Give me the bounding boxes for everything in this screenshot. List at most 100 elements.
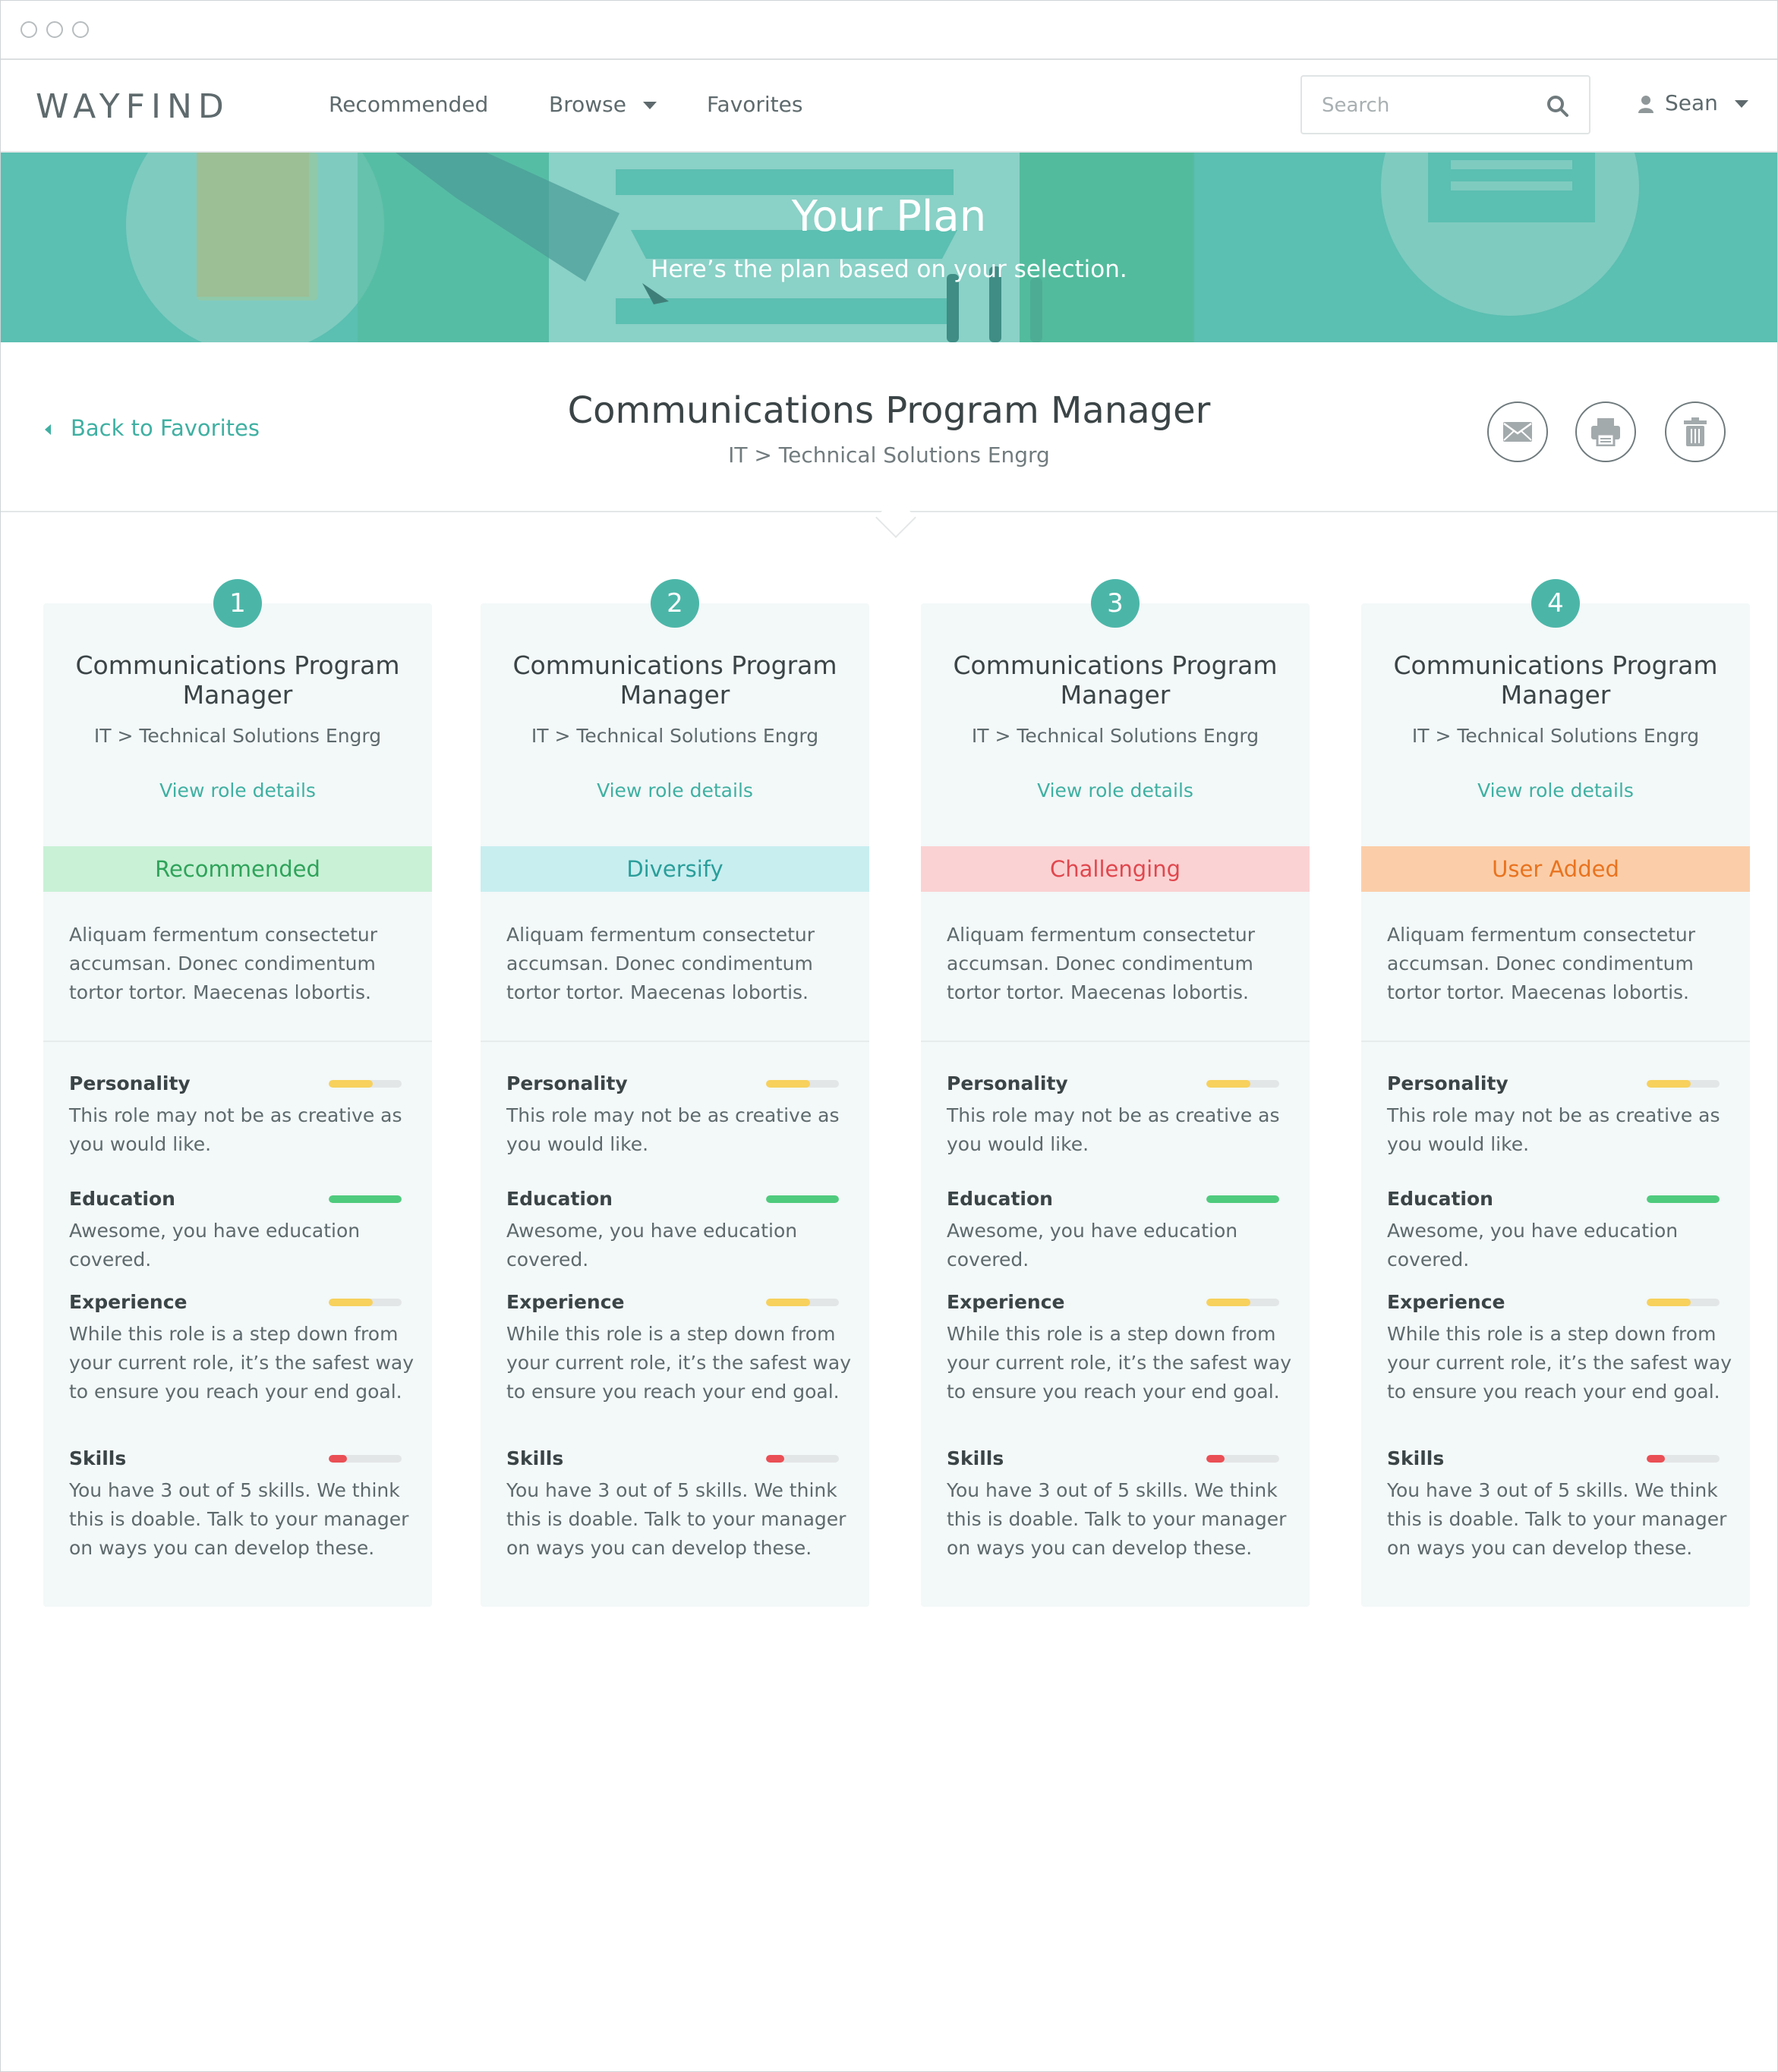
step-number-badge: 4 <box>1531 579 1580 628</box>
user-menu[interactable]: Sean <box>1638 90 1748 115</box>
delete-button[interactable] <box>1665 401 1726 462</box>
print-icon <box>1591 418 1620 446</box>
nav-recommended[interactable]: Recommended <box>329 92 488 117</box>
metric-label-experience: Experience <box>506 1291 625 1313</box>
metric-text-experience: While this role is a step down from your… <box>947 1323 1292 1403</box>
card-role-title: Communications Program Manager <box>75 650 400 710</box>
metric-text-education: Awesome, you have education covered. <box>506 1220 798 1271</box>
meter-fill <box>1647 1080 1691 1088</box>
experience-meter <box>1647 1299 1720 1306</box>
step-number-badge: 2 <box>651 579 699 628</box>
plan-step-card: 4 Communications Program Manager IT > Te… <box>1361 579 1750 1607</box>
metric-label-education: Education <box>69 1188 175 1210</box>
metric-label-education: Education <box>947 1188 1053 1210</box>
card-role-path: IT > Technical Solutions Engrg <box>93 725 382 747</box>
card-description: Aliquam fermentum consectetur accumsan. … <box>69 924 378 1003</box>
chevron-down-icon <box>1734 100 1748 108</box>
wayfind-logo[interactable]: WAYFIND <box>36 87 230 126</box>
card-category-tag: Challenging <box>921 846 1310 892</box>
metric-text-experience: While this role is a step down from your… <box>1387 1323 1732 1403</box>
search-input[interactable] <box>1320 90 1536 121</box>
personality-meter <box>1647 1080 1720 1088</box>
print-button[interactable] <box>1575 401 1636 462</box>
metric-label-experience: Experience <box>69 1291 188 1313</box>
plan-step-card: 2 Communications Program Manager IT > Te… <box>481 579 869 1607</box>
chevron-down-icon <box>642 102 657 109</box>
window-titlebar <box>1 1 1777 60</box>
experience-meter <box>766 1299 839 1306</box>
view-role-details-link[interactable]: View role details <box>481 779 869 801</box>
metric-text-personality: This role may not be as creative as you … <box>69 1104 402 1155</box>
personality-meter <box>329 1080 402 1088</box>
user-icon <box>1638 96 1653 113</box>
search-icon[interactable] <box>1546 95 1569 118</box>
role-header: Back to Favorites Communications Program… <box>1 344 1777 512</box>
card-category-tag: Diversify <box>481 846 869 892</box>
skills-meter <box>1647 1455 1720 1463</box>
education-meter <box>1647 1195 1720 1203</box>
card-role-path: IT > Technical Solutions Engrg <box>971 725 1259 747</box>
nav-favorites[interactable]: Favorites <box>707 92 802 117</box>
hero-illustration <box>1 153 1777 342</box>
hero-title: Your Plan <box>791 192 987 241</box>
education-meter <box>766 1195 839 1203</box>
card-role-title: Communications Program Manager <box>953 650 1278 710</box>
metric-text-skills: You have 3 out of 5 skills. We think thi… <box>506 1479 846 1559</box>
view-role-details-link[interactable]: View role details <box>921 779 1310 801</box>
step-number-badge: 1 <box>213 579 262 628</box>
hero-banner: Your Plan Here’s the plan based on your … <box>1 153 1777 342</box>
hero-subtitle: Here’s the plan based on your selection. <box>651 256 1127 283</box>
metric-text-skills: You have 3 out of 5 skills. We think thi… <box>947 1479 1287 1559</box>
card-role-path: IT > Technical Solutions Engrg <box>1411 725 1700 747</box>
metric-label-personality: Personality <box>947 1072 1068 1094</box>
skills-meter <box>1206 1455 1279 1463</box>
personality-meter <box>1206 1080 1279 1088</box>
card-category-tag: Recommended <box>43 846 432 892</box>
meter-fill <box>766 1299 810 1306</box>
experience-meter <box>329 1299 402 1306</box>
meter-fill <box>1647 1455 1665 1463</box>
card-description: Aliquam fermentum consectetur accumsan. … <box>1387 924 1696 1003</box>
metric-label-education: Education <box>1387 1188 1493 1210</box>
plan-step-card: 1 Communications Program Manager IT > Te… <box>43 579 432 1607</box>
metric-text-education: Awesome, you have education covered. <box>947 1220 1238 1271</box>
metric-label-personality: Personality <box>69 1072 191 1094</box>
metric-text-education: Awesome, you have education covered. <box>69 1220 361 1271</box>
metric-text-education: Awesome, you have education covered. <box>1387 1220 1679 1271</box>
meter-fill <box>1647 1299 1691 1306</box>
nav-browse-label: Browse <box>549 92 626 117</box>
experience-meter <box>1206 1299 1279 1306</box>
metric-label-skills: Skills <box>69 1447 127 1469</box>
view-role-details-link[interactable]: View role details <box>43 779 432 801</box>
metric-label-personality: Personality <box>1387 1072 1508 1094</box>
metric-text-experience: While this role is a step down from your… <box>506 1323 852 1403</box>
meter-fill <box>1206 1080 1250 1088</box>
metric-text-personality: This role may not be as creative as you … <box>947 1104 1280 1155</box>
skills-meter <box>766 1455 839 1463</box>
meter-fill <box>766 1455 784 1463</box>
metric-text-skills: You have 3 out of 5 skills. We think thi… <box>69 1479 409 1559</box>
card-category-tag: User Added <box>1361 846 1750 892</box>
metric-text-personality: This role may not be as creative as you … <box>506 1104 840 1155</box>
step-number-badge: 3 <box>1091 579 1140 628</box>
meter-fill <box>766 1080 810 1088</box>
search-box <box>1300 75 1590 134</box>
card-description: Aliquam fermentum consectetur accumsan. … <box>947 924 1256 1003</box>
meter-fill <box>1206 1455 1225 1463</box>
meter-fill <box>329 1080 373 1088</box>
browser-window: WAYFIND Recommended Browse Favorites Sea… <box>0 0 1778 2072</box>
window-close-button[interactable] <box>20 21 37 38</box>
window-maximize-button[interactable] <box>72 21 89 38</box>
meter-fill <box>329 1455 347 1463</box>
window-minimize-button[interactable] <box>46 21 63 38</box>
meter-fill <box>329 1195 402 1203</box>
email-button[interactable] <box>1487 401 1548 462</box>
view-role-details-link[interactable]: View role details <box>1361 779 1750 801</box>
user-name: Sean <box>1665 90 1718 115</box>
personality-meter <box>766 1080 839 1088</box>
skills-meter <box>329 1455 402 1463</box>
meter-fill <box>1647 1195 1720 1203</box>
metric-text-experience: While this role is a step down from your… <box>69 1323 415 1403</box>
card-divider <box>481 1041 869 1042</box>
nav-browse[interactable]: Browse <box>549 92 657 117</box>
